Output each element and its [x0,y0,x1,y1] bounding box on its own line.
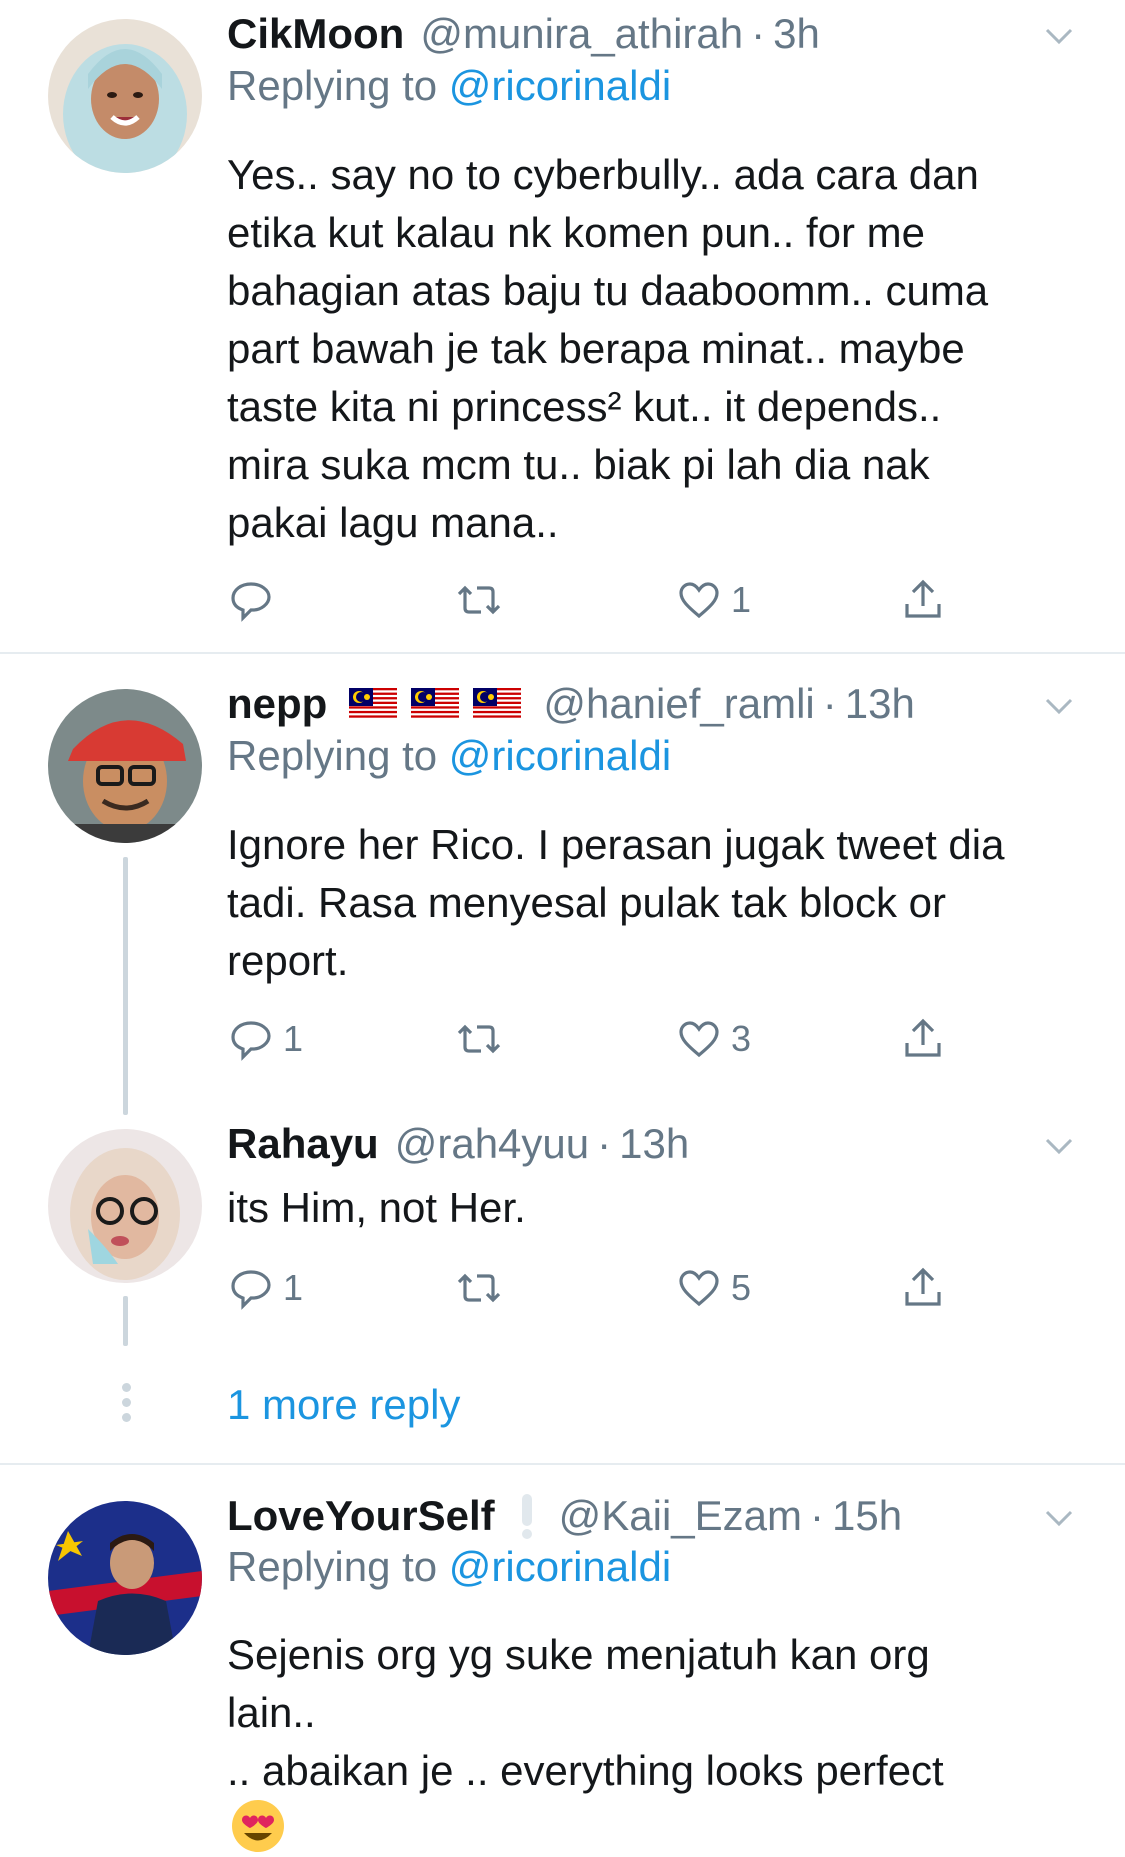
retweet-button[interactable] [455,1014,511,1064]
more-replies-link[interactable]: 1 more reply [227,1375,460,1435]
like-button[interactable]: 1 [675,575,751,625]
share-button[interactable] [899,575,947,625]
tweet-divider [0,652,1125,654]
retweet-button[interactable] [455,575,511,625]
username[interactable]: @munira_athirah [420,4,743,64]
name-flags [349,688,522,720]
timestamp[interactable]: 15h [832,1486,902,1546]
thread-line [123,1296,128,1346]
replying-to: Replying to @ricorinaldi [227,726,671,786]
heart-eyes-emoji-icon [232,1800,284,1852]
tweet-actions: 1 5 [227,1263,987,1313]
share-button[interactable] [899,1263,947,1313]
chevron-down-icon[interactable] [1041,1500,1077,1536]
like-count: 1 [731,579,752,620]
chevron-down-icon[interactable] [1041,688,1077,724]
white-exclamation-icon [521,1494,532,1539]
like-count: 5 [731,1267,752,1308]
timestamp[interactable]: 13h [619,1114,689,1174]
like-button[interactable]: 5 [675,1263,751,1313]
share-icon [905,1267,941,1306]
like-count: 3 [731,1018,752,1059]
tweet-text: Sejenis org yg suke menjatuh kan org lai… [227,1631,944,1794]
replying-to-label: Replying to [227,62,449,109]
share-icon [905,1018,941,1057]
tweet-header: CikMoon @munira_athirah · 3h [227,4,820,64]
share-button[interactable] [899,1014,947,1064]
reply-icon [231,1270,271,1310]
retweet-icon [457,1273,501,1303]
heart-icon [679,1021,719,1058]
tweet-actions: 1 [227,575,987,625]
replying-to: Replying to @ricorinaldi [227,1537,671,1597]
separator-dot: · [751,10,766,57]
reply-icon [231,582,271,622]
tweet-header: nepp @hanief_ramli · 13h [227,674,915,734]
chevron-down-icon[interactable] [1041,1128,1077,1164]
username[interactable]: @rah4yuu [395,1114,589,1174]
retweet-button[interactable] [455,1263,511,1313]
replying-to: Replying to @ricorinaldi [227,56,671,116]
separator-dot: · [810,1492,824,1539]
retweet-icon [457,585,501,615]
display-name[interactable]: nepp [227,674,327,734]
tweet-actions: 1 3 [227,1014,987,1064]
tweet-text: its Him, not Her. [227,1184,526,1231]
display-name[interactable]: CikMoon [227,4,404,64]
replying-to-link[interactable]: @ricorinaldi [449,1543,671,1590]
retweet-icon [457,1024,501,1054]
timestamp[interactable]: 3h [773,4,820,64]
replying-to-label: Replying to [227,1543,449,1590]
avatar[interactable] [48,689,202,843]
reply-button[interactable]: 1 [227,1014,303,1064]
display-name[interactable]: Rahayu [227,1114,379,1174]
tweet-text: Yes.. say no to cyberbully.. ada cara da… [227,151,989,546]
reply-button[interactable]: 1 [227,1263,303,1313]
like-button[interactable]: 3 [675,1014,751,1064]
tweet-text: Ignore her Rico. I perasan jugak tweet d… [227,821,1005,984]
tweet-header: Rahayu @rah4yuu · 13h [227,1114,689,1174]
share-icon [905,579,941,618]
chevron-down-icon[interactable] [1041,18,1077,54]
heart-icon [679,582,719,619]
tweet-divider [0,1463,1125,1465]
username[interactable]: @hanief_ramli [543,674,814,734]
malaysia-flag-icon [411,688,460,720]
reply-count: 1 [283,1267,304,1308]
timestamp[interactable]: 13h [845,674,915,734]
more-replies-dots [118,1383,134,1428]
avatar[interactable] [48,1129,202,1283]
malaysia-flag-icon [473,688,522,720]
avatar[interactable] [48,19,202,173]
separator-dot: · [597,1120,612,1167]
reply-button[interactable] [227,575,283,625]
replying-to-link[interactable]: @ricorinaldi [449,732,671,779]
heart-icon [679,1270,719,1307]
reply-count: 1 [283,1018,304,1059]
separator-dot: · [822,680,837,727]
thread-line [123,857,128,1115]
replying-to-link[interactable]: @ricorinaldi [449,62,671,109]
reply-icon [231,1021,271,1061]
avatar[interactable] [48,1501,202,1655]
replying-to-label: Replying to [227,732,449,779]
malaysia-flag-icon [349,688,398,720]
